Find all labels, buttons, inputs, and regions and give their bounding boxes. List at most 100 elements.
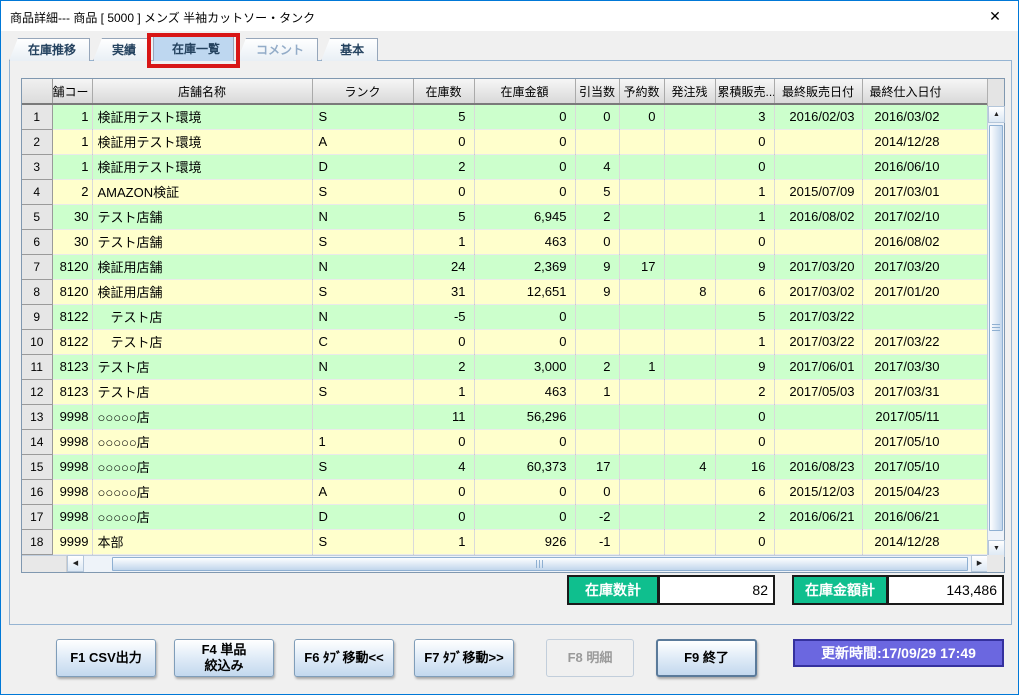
table-row[interactable]: 10 8122 テスト店 C 0 0 1 2017/03/22 2017/03/… <box>22 329 987 354</box>
table-row[interactable]: 9 8122 テスト店 N -5 0 5 2017/03/22 <box>22 304 987 329</box>
table-row[interactable]: 6 30 テスト店舗 S 1 463 0 0 2016/08/02 <box>22 229 987 254</box>
table-row[interactable]: 17 9998 ○○○○○店 D 0 0 -2 2 2016/06/21 201… <box>22 504 987 529</box>
cell-store-code: 9998 <box>52 454 92 479</box>
cell-reserved-qty <box>619 179 664 204</box>
stock-total-value: 82 <box>658 575 775 605</box>
header-stock-amount[interactable]: 在庫金額 <box>474 79 575 104</box>
vertical-scrollbar-thumb[interactable] <box>989 125 1003 531</box>
row-number-cell[interactable]: 10 <box>22 329 52 354</box>
cell-store-code: 9998 <box>52 504 92 529</box>
close-icon[interactable]: ✕ <box>980 5 1010 27</box>
stock-total-label: 在庫数計 <box>567 575 659 605</box>
cell-last-sale-date <box>774 154 862 179</box>
cell-store-code: 9998 <box>52 429 92 454</box>
row-number-cell[interactable]: 17 <box>22 504 52 529</box>
f1-csv-export-button[interactable]: F1 CSV出力 <box>56 639 156 677</box>
row-number-cell[interactable]: 7 <box>22 254 52 279</box>
row-number-cell[interactable]: 2 <box>22 129 52 154</box>
header-cumulative-sales[interactable]: 累積販売... <box>715 79 774 104</box>
cell-store-name: ○○○○○店 <box>92 479 312 504</box>
table-row[interactable]: 18 9999 本部 S 1 926 -1 0 2014/12/28 <box>22 529 987 554</box>
table-row[interactable]: 5 30 テスト店舗 N 5 6,945 2 1 2016/08/02 2017… <box>22 204 987 229</box>
f7-tab-move-next-button[interactable]: F7 ﾀﾌﾞ移動>> <box>414 639 514 677</box>
cell-stock-qty: 2 <box>413 154 474 179</box>
table-row[interactable]: 2 1 検証用テスト環境 A 0 0 0 2014/12/28 <box>22 129 987 154</box>
tab-basic[interactable]: 基本 <box>321 38 378 61</box>
table-row[interactable]: 12 8123 テスト店 S 1 463 1 2 2017/05/03 2017… <box>22 379 987 404</box>
row-number-cell[interactable]: 6 <box>22 229 52 254</box>
update-time-badge: 更新時間:17/09/29 17:49 <box>793 639 1004 667</box>
scroll-right-icon[interactable]: ▶ <box>971 555 988 572</box>
header-store-name[interactable]: 店舗名称 <box>92 79 312 104</box>
cell-cumulative-sales: 0 <box>715 404 774 429</box>
tab-stock-list[interactable]: 在庫一覧 <box>153 35 234 61</box>
f4-item-filter-button[interactable]: F4 単品 絞込み <box>174 639 274 677</box>
table-row[interactable]: 4 2 AMAZON検証 S 0 0 5 1 2015/07/09 2017/0… <box>22 179 987 204</box>
row-number-cell[interactable]: 15 <box>22 454 52 479</box>
row-number-cell[interactable]: 1 <box>22 104 52 129</box>
vertical-scrollbar[interactable]: ▲ ▼ <box>987 106 1004 557</box>
cell-rank: S <box>312 279 413 304</box>
cell-allocated-qty: 2 <box>575 204 619 229</box>
row-number-cell[interactable]: 11 <box>22 354 52 379</box>
header-allocated-qty[interactable]: 引当数 <box>575 79 619 104</box>
cell-order-remaining <box>664 329 715 354</box>
tab-comment[interactable]: コメント <box>237 38 318 61</box>
cell-rank: C <box>312 329 413 354</box>
cell-stock-qty: 1 <box>413 379 474 404</box>
horizontal-scrollbar-thumb[interactable] <box>112 557 968 571</box>
cell-allocated-qty <box>575 329 619 354</box>
header-reserved-qty[interactable]: 予約数 <box>619 79 664 104</box>
row-number-cell[interactable]: 12 <box>22 379 52 404</box>
header-rank[interactable]: ランク <box>312 79 413 104</box>
table-row[interactable]: 1 1 検証用テスト環境 S 5 0 0 0 3 2016/02/03 2016… <box>22 104 987 129</box>
table-row[interactable]: 3 1 検証用テスト環境 D 2 0 4 0 2016/06/10 <box>22 154 987 179</box>
row-number-cell[interactable]: 9 <box>22 304 52 329</box>
header-store-code[interactable]: 舗コード <box>52 79 92 104</box>
tab-stock-trend[interactable]: 在庫推移 <box>9 38 90 61</box>
row-number-cell[interactable]: 13 <box>22 404 52 429</box>
table-row[interactable]: 16 9998 ○○○○○店 A 0 0 0 6 2015/12/03 2015… <box>22 479 987 504</box>
row-number-cell[interactable]: 14 <box>22 429 52 454</box>
cell-store-code: 9999 <box>52 529 92 554</box>
header-last-purchase-date[interactable]: 最終仕入日付 <box>862 79 987 104</box>
cell-allocated-qty <box>575 304 619 329</box>
header-order-remaining[interactable]: 発注残 <box>664 79 715 104</box>
row-number-cell[interactable]: 4 <box>22 179 52 204</box>
cell-stock-amount: 0 <box>474 129 575 154</box>
cell-last-purchase-date: 2017/03/30 <box>862 354 987 379</box>
header-last-sale-date[interactable]: 最終販売日付 <box>774 79 862 104</box>
table-row[interactable]: 15 9998 ○○○○○店 S 4 60,373 17 4 16 2016/0… <box>22 454 987 479</box>
inventory-table-body: 1 1 検証用テスト環境 S 5 0 0 0 3 2016/02/03 2016… <box>22 104 987 554</box>
horizontal-scrollbar-track[interactable] <box>84 556 971 572</box>
horizontal-scrollbar[interactable]: ◀ ▶ <box>22 555 988 572</box>
cell-reserved-qty: 1 <box>619 354 664 379</box>
cell-last-purchase-date: 2016/06/21 <box>862 504 987 529</box>
table-row[interactable]: 7 8120 検証用店舗 N 24 2,369 9 17 9 2017/03/2… <box>22 254 987 279</box>
f6-tab-move-prev-button[interactable]: F6 ﾀﾌﾞ移動<< <box>294 639 394 677</box>
f9-exit-button[interactable]: F9 終了 <box>656 639 757 677</box>
row-number-cell[interactable]: 18 <box>22 529 52 554</box>
scroll-up-icon[interactable]: ▲ <box>988 106 1005 123</box>
cell-stock-amount: 463 <box>474 229 575 254</box>
scroll-left-icon[interactable]: ◀ <box>67 555 84 572</box>
cell-cumulative-sales: 5 <box>715 304 774 329</box>
table-row[interactable]: 8 8120 検証用店舗 S 31 12,651 9 8 6 2017/03/0… <box>22 279 987 304</box>
table-row[interactable]: 14 9998 ○○○○○店 1 0 0 0 2017/05/10 <box>22 429 987 454</box>
row-number-cell[interactable]: 5 <box>22 204 52 229</box>
cell-allocated-qty <box>575 429 619 454</box>
table-row[interactable]: 13 9998 ○○○○○店 11 56,296 0 2017/05/11 <box>22 404 987 429</box>
cell-rank: N <box>312 304 413 329</box>
cell-allocated-qty: -1 <box>575 529 619 554</box>
cell-cumulative-sales: 3 <box>715 104 774 129</box>
cell-store-code: 2 <box>52 179 92 204</box>
table-row[interactable]: 11 8123 テスト店 N 2 3,000 2 1 9 2017/06/01 … <box>22 354 987 379</box>
cell-rank: S <box>312 104 413 129</box>
titlebar[interactable]: 商品詳細--- 商品 [ 5000 ] メンズ 半袖カットソー・タンク ✕ <box>1 1 1018 31</box>
tab-results[interactable]: 実績 <box>93 38 150 61</box>
cell-reserved-qty <box>619 329 664 354</box>
row-number-cell[interactable]: 8 <box>22 279 52 304</box>
header-stock-qty[interactable]: 在庫数 <box>413 79 474 104</box>
row-number-cell[interactable]: 16 <box>22 479 52 504</box>
row-number-cell[interactable]: 3 <box>22 154 52 179</box>
